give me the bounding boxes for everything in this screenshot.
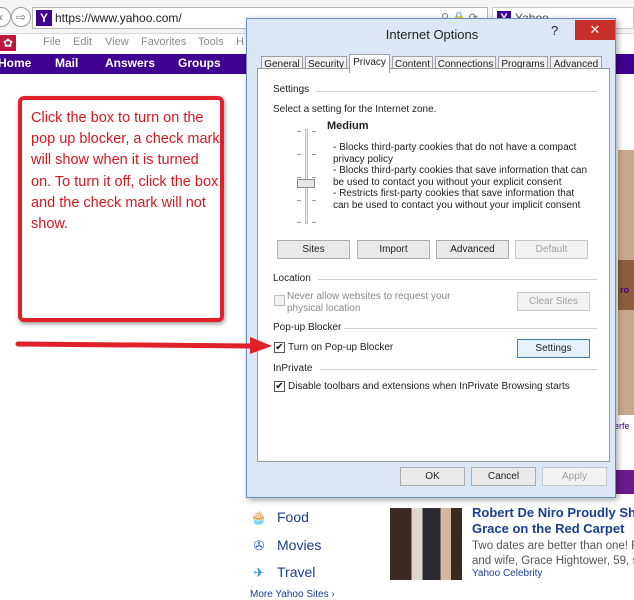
news-body: Two dates are better than one! R and wif… xyxy=(472,539,634,568)
side-fragment-2: erfe xyxy=(614,421,630,431)
slider-tick xyxy=(297,177,301,178)
more-yahoo-sites-link[interactable]: More Yahoo Sites › xyxy=(250,589,335,600)
group-divider xyxy=(316,91,597,92)
privacy-bullet: - Blocks third-party cookies that do not… xyxy=(333,142,577,165)
instruction-callout: Click the box to turn on the pop up bloc… xyxy=(18,96,224,322)
privacy-description: - Blocks third-party cookies that do not… xyxy=(333,142,588,211)
default-button[interactable]: Default xyxy=(515,240,588,259)
nav-answers[interactable]: Answers xyxy=(105,56,155,70)
cancel-button[interactable]: Cancel xyxy=(471,467,536,486)
news-title-line[interactable]: Grace on the Red Carpet xyxy=(472,521,634,537)
group-divider xyxy=(320,369,597,370)
news-title-line[interactable]: Robert De Niro Proudly Sh xyxy=(472,505,634,521)
slider-tick xyxy=(297,222,301,223)
sites-button[interactable]: Sites xyxy=(277,240,350,259)
news-body-line: and wife, Grace Hightower, 59, s xyxy=(472,554,634,567)
slider-tick xyxy=(297,154,301,155)
nav-mail[interactable]: Mail xyxy=(55,56,78,70)
menu-edit[interactable]: Edit xyxy=(73,36,92,48)
menu-file[interactable]: File xyxy=(43,36,61,48)
close-icon[interactable]: ✕ xyxy=(575,20,615,40)
dialog-title: Internet Options xyxy=(385,27,479,42)
settings-prompt: Select a setting for the Internet zone. xyxy=(273,104,437,115)
back-icon[interactable]: ‹ xyxy=(0,7,11,27)
group-divider xyxy=(342,328,597,329)
category-label[interactable]: Food xyxy=(277,509,309,525)
slider-tick xyxy=(297,200,301,201)
movies-icon: ✇ xyxy=(253,538,265,553)
popup-blocker-label[interactable]: Turn on Pop-up Blocker xyxy=(288,342,393,354)
inprivate-checkbox[interactable]: ✔ xyxy=(274,381,285,392)
privacy-panel: Settings Select a setting for the Intern… xyxy=(257,68,610,462)
slider-tick xyxy=(312,222,316,223)
apply-button[interactable]: Apply xyxy=(542,467,607,486)
import-button[interactable]: Import xyxy=(357,240,430,259)
news-title[interactable]: Robert De Niro Proudly Sh Grace on the R… xyxy=(472,505,634,537)
clear-sites-button[interactable]: Clear Sites xyxy=(517,292,590,311)
arrow-icon xyxy=(15,337,272,354)
side-fragment: ro xyxy=(620,285,629,295)
slider-thumb[interactable] xyxy=(297,179,315,188)
food-icon: 🧁 xyxy=(250,510,268,525)
travel-icon: ✈ xyxy=(253,565,265,580)
news-body-line: Two dates are better than one! R xyxy=(472,540,634,552)
forward-icon[interactable]: ⇨ xyxy=(11,7,31,27)
slider-tick xyxy=(297,131,301,132)
popup-blocker-checkbox[interactable]: ✔ xyxy=(274,342,285,353)
slider-tick xyxy=(312,154,316,155)
yahoo-favicon-icon: Y xyxy=(36,10,52,26)
slider-tick xyxy=(312,200,316,201)
menu-favorites[interactable]: Favorites xyxy=(141,36,186,48)
news-image[interactable] xyxy=(390,508,462,580)
group-divider xyxy=(318,279,597,280)
location-group-label: Location xyxy=(273,273,314,284)
callout-text: Click the box to turn on the pop up bloc… xyxy=(31,110,220,233)
menu-help[interactable]: H xyxy=(236,36,244,48)
privacy-level: Medium xyxy=(327,120,369,132)
inprivate-checkbox-label[interactable]: Disable toolbars and extensions when InP… xyxy=(288,381,570,393)
privacy-bullet: - Blocks third-party cookies that save i… xyxy=(333,165,588,188)
ok-button[interactable]: OK xyxy=(400,467,465,486)
help-icon[interactable]: ? xyxy=(551,23,558,38)
slider-tick xyxy=(312,131,316,132)
privacy-slider[interactable] xyxy=(275,121,335,231)
slider-tick xyxy=(312,177,316,178)
inprivate-group-label: InPrivate xyxy=(273,363,316,374)
privacy-bullet: - Restricts first-party cookies that sav… xyxy=(333,188,581,211)
location-checkbox[interactable] xyxy=(274,295,285,306)
address-text[interactable]: https://www.yahoo.com/ xyxy=(55,11,182,25)
menu-view[interactable]: View xyxy=(105,36,129,48)
location-checkbox-label[interactable]: Never allow websites to request your phy… xyxy=(287,291,467,314)
flower-icon[interactable]: ✿ xyxy=(0,35,16,51)
category-label[interactable]: Movies xyxy=(277,537,321,553)
popup-group-label: Pop-up Blocker xyxy=(273,322,345,333)
advanced-button[interactable]: Advanced xyxy=(436,240,509,259)
internet-options-dialog: Internet Options ? ✕ General Security Pr… xyxy=(246,18,616,498)
popup-settings-button[interactable]: Settings xyxy=(517,339,590,358)
slider-track[interactable] xyxy=(305,129,308,224)
category-label[interactable]: Travel xyxy=(277,564,315,580)
news-source[interactable]: Yahoo Celebrity xyxy=(472,568,542,579)
nav-home[interactable]: Home xyxy=(0,56,31,70)
tab-privacy[interactable]: Privacy xyxy=(349,54,390,73)
nav-groups[interactable]: Groups xyxy=(178,56,221,70)
settings-group-label: Settings xyxy=(273,84,313,95)
menu-tools[interactable]: Tools xyxy=(198,36,224,48)
